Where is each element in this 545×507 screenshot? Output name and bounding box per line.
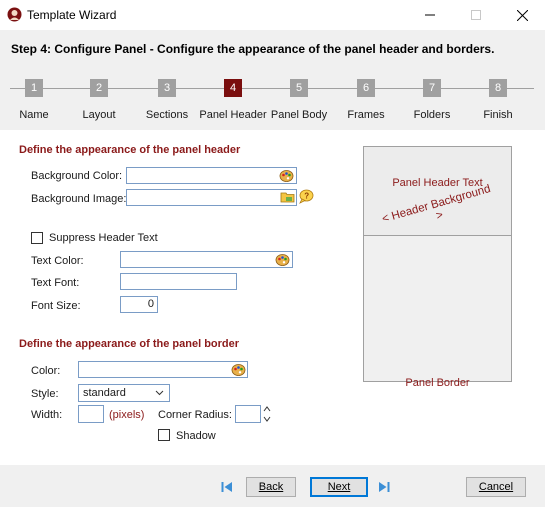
folder-image-icon[interactable] [280,190,295,207]
font-size-label: Font Size: [31,300,81,312]
step-1-box[interactable]: 1 [25,79,43,97]
step-7-box[interactable]: 7 [423,79,441,97]
page-title: Step 4: Configure Panel - Configure the … [11,42,494,56]
step-8-box[interactable]: 8 [489,79,507,97]
step-name: Step 4: Configure Panel [11,42,147,56]
preview-header-background: < Header Background > [380,183,492,226]
preview-header-area: Panel Header Text < Header Background > [364,147,511,236]
first-page-icon[interactable] [220,480,234,497]
svg-text:?: ? [304,192,309,201]
palette-icon[interactable] [279,168,294,186]
header-section-title: Define the appearance of the panel heade… [19,144,241,156]
corner-radius-field[interactable] [235,405,261,423]
last-page-icon[interactable] [377,480,391,497]
step-2-box[interactable]: 2 [90,79,108,97]
step-4-box[interactable]: 4 [224,79,242,97]
background-image-field[interactable] [126,189,297,206]
border-color-label: Color: [31,365,61,377]
text-color-field[interactable] [120,251,293,268]
step-5-box[interactable]: 5 [290,79,308,97]
background-image-label: Background Image: [31,193,127,205]
border-width-label: Width: [31,409,63,421]
background-color-field[interactable] [126,167,297,184]
border-style-select[interactable]: standard [78,384,170,402]
palette-icon[interactable] [231,362,246,380]
title-bar: Template Wizard [0,0,545,30]
shadow-label: Shadow [176,430,216,442]
next-button[interactable]: Next [310,477,368,497]
step-progress-line [10,88,534,89]
window-title: Template Wizard [27,8,117,22]
suppress-header-label: Suppress Header Text [49,232,158,244]
border-section-title: Define the appearance of the panel borde… [19,338,240,350]
step-3-box[interactable]: 3 [158,79,176,97]
border-style-value: standard [83,387,126,399]
close-button[interactable] [499,0,545,30]
title-separator: - [146,42,158,56]
back-button[interactable]: Back [246,477,296,497]
border-style-label: Style: [31,388,59,400]
background-color-label: Background Color: [31,170,123,182]
chevron-down-icon [155,387,164,403]
font-size-field[interactable]: 0 [120,296,158,313]
maximize-button[interactable] [453,0,499,30]
palette-icon[interactable] [275,252,290,270]
step-6-box[interactable]: 6 [357,79,375,97]
text-color-label: Text Color: [31,255,84,267]
corner-radius-spinner[interactable] [263,404,271,427]
width-unit-label: (pixels) [109,409,145,421]
panel-preview: Panel Header Text < Header Background > … [363,146,512,389]
shadow-checkbox[interactable] [158,429,170,441]
font-size-value: 0 [147,298,154,310]
border-color-field[interactable] [78,361,248,378]
text-font-field[interactable] [120,273,237,290]
minimize-button[interactable] [407,0,453,30]
step-description: Configure the appearance of the panel he… [157,42,495,56]
wizard-app-icon [7,7,22,22]
cancel-button[interactable]: Cancel [466,477,526,497]
suppress-header-checkbox[interactable] [31,232,43,244]
text-font-label: Text Font: [31,277,80,289]
help-bubble-icon[interactable]: ? [298,189,314,207]
preview-border-text: Panel Border [405,377,470,389]
step-8-label[interactable]: Finish [458,109,538,121]
corner-radius-label: Corner Radius: [158,409,232,421]
border-width-field[interactable] [78,405,104,423]
